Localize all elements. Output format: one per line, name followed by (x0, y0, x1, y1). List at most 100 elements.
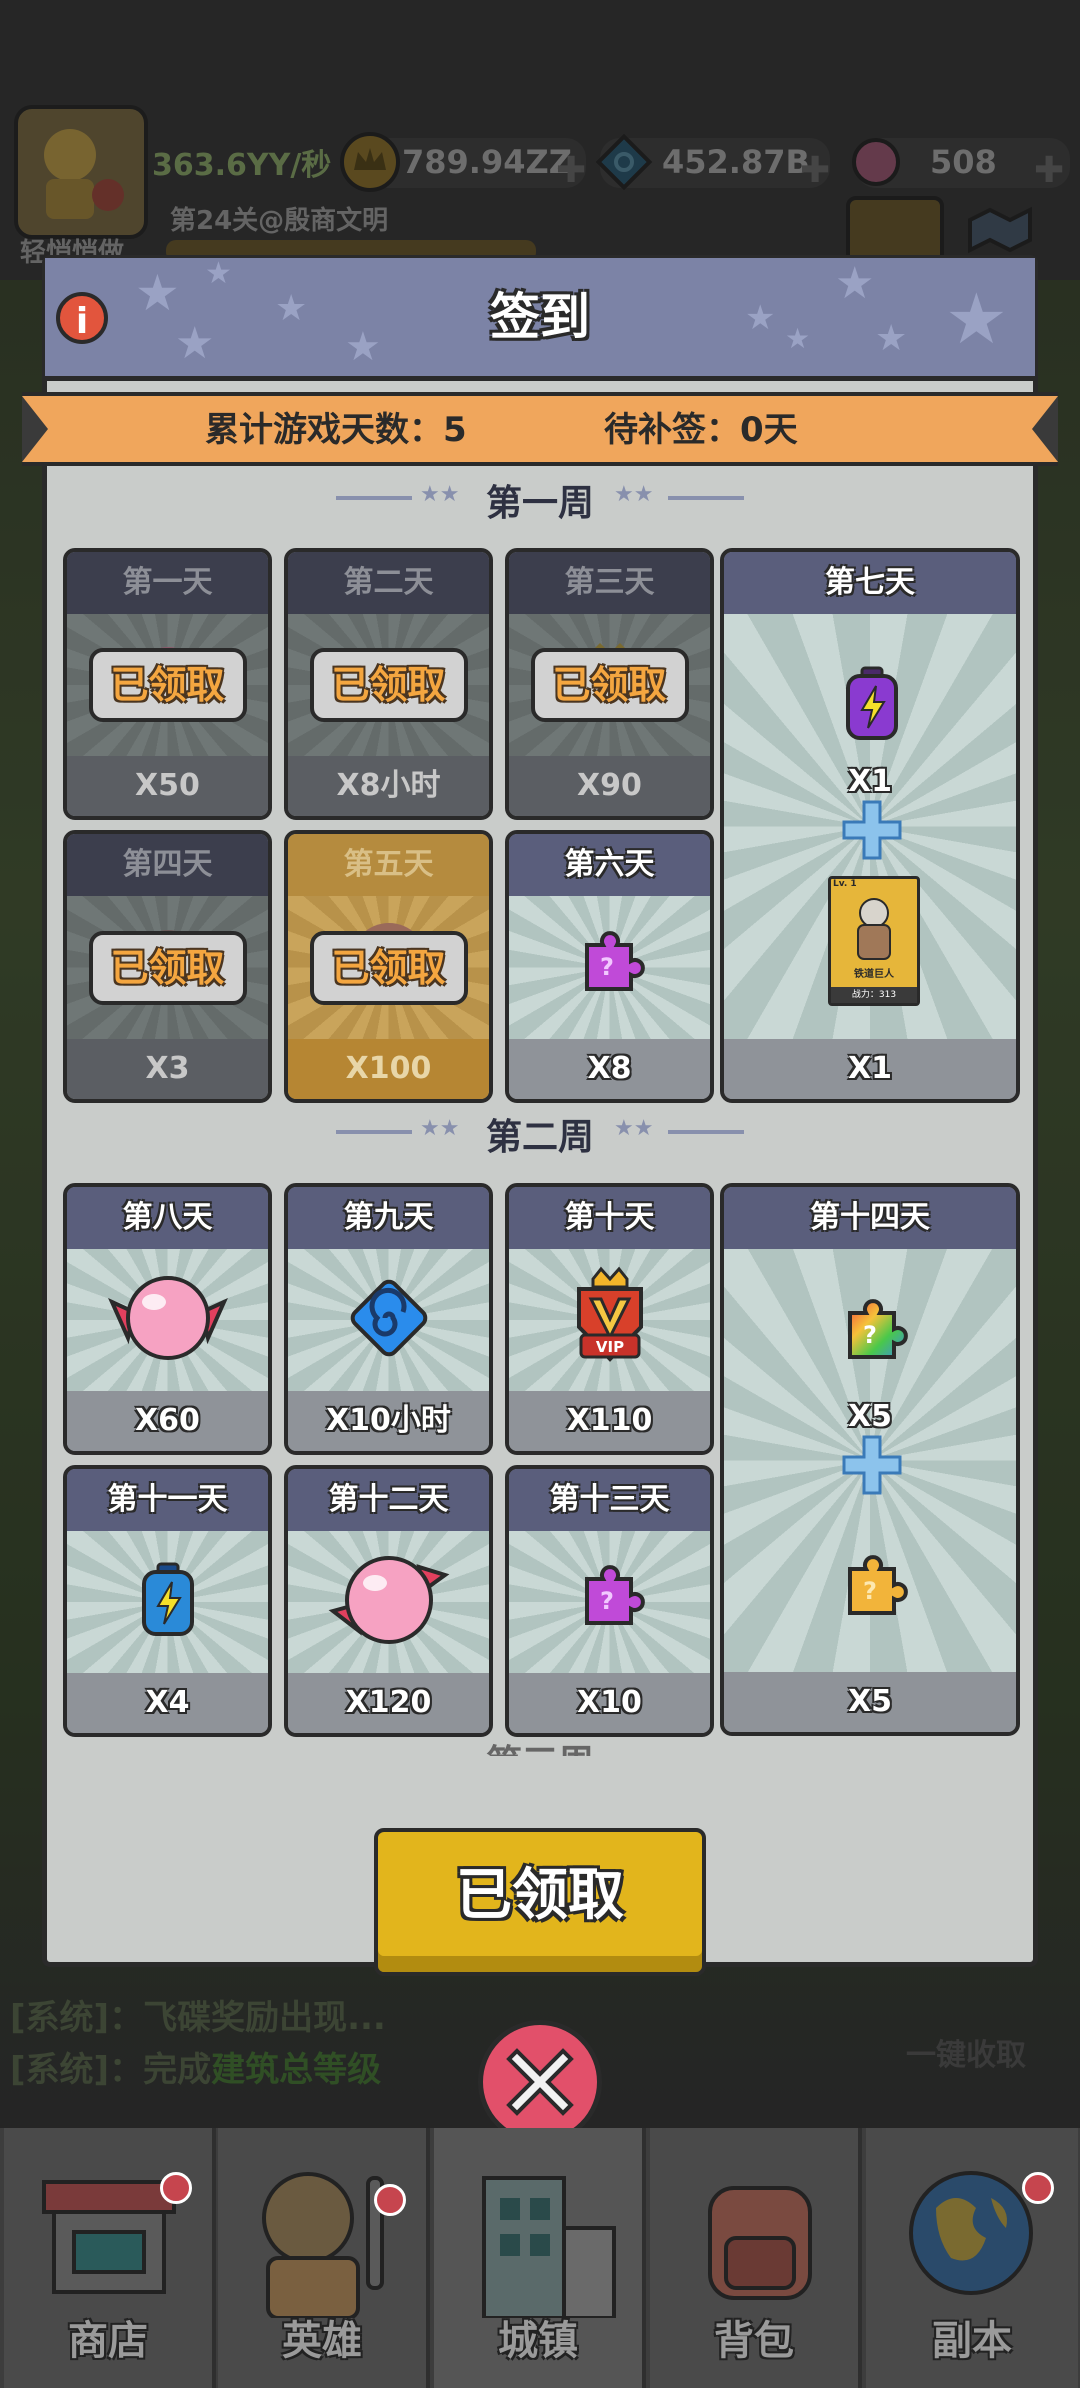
svg-text:?: ? (863, 1577, 877, 1605)
day-card-3[interactable]: 第三天 已领取 X90 (505, 548, 714, 820)
reward-area: 已领取 (288, 614, 489, 756)
notification-dot (374, 2184, 406, 2216)
day-label: 第一天 (67, 552, 268, 614)
candy-icon (319, 1545, 459, 1659)
day-card-14[interactable]: 第十四天 ? X5 ? X5 (720, 1183, 1020, 1736)
claimed-badge: 已领取 (88, 930, 247, 1005)
day-label: 第二天 (288, 552, 489, 614)
nav-town[interactable]: 城镇 (434, 2128, 646, 2388)
reward-amount: X110 (509, 1391, 710, 1451)
divider-line (668, 1130, 744, 1134)
claimed-badge: 已领取 (309, 930, 468, 1005)
reward-amount: X1 (724, 1039, 1016, 1099)
day-label: 第十一天 (67, 1469, 268, 1531)
day-card-11[interactable]: 第十一天 X4 (63, 1465, 272, 1737)
backpack-icon (708, 2186, 812, 2300)
ribbon-right-cut (1032, 396, 1058, 462)
info-icon[interactable]: i (56, 292, 108, 344)
reward-amount: X60 (67, 1391, 268, 1451)
day-card-6[interactable]: 第六天 ? X8 (505, 830, 714, 1103)
reward-area: 已领取 (67, 614, 268, 756)
day-card-2[interactable]: 第二天 已领取 X8小时 (284, 548, 493, 820)
notification-dot (1022, 2172, 1054, 2204)
nav-backpack[interactable]: 背包 (650, 2128, 862, 2388)
reward-amount: X8 (509, 1039, 710, 1099)
svg-text:?: ? (600, 953, 614, 981)
reward-area: ? (509, 896, 710, 1039)
reward-area: VIP (509, 1249, 710, 1391)
claimed-badge: 已领取 (309, 648, 468, 722)
nav-label: 商店 (68, 2318, 148, 2364)
divider-line (668, 496, 744, 500)
week-1-label: 第一周 (485, 483, 594, 524)
divider-stars-icon: ★★ (614, 482, 654, 507)
day-card-10[interactable]: 第十天 VIP X110 (505, 1183, 714, 1455)
plus-icon (840, 1433, 904, 1501)
claim-button[interactable]: 已领取 (374, 1828, 706, 1976)
week-2-label: 第二周 (485, 1117, 594, 1158)
claimed-badge: 已领取 (530, 648, 689, 722)
nav-label: 副本 (932, 2318, 1012, 2364)
day-label: 第七天 (724, 552, 1016, 614)
close-button[interactable] (478, 2020, 602, 2144)
day-label: 第十二天 (288, 1469, 489, 1531)
nav-hero[interactable]: 英雄 (218, 2128, 430, 2388)
reward-area: ? X5 ? (724, 1249, 1016, 1672)
divider-line (336, 496, 412, 500)
day-label: 第十四天 (724, 1187, 1016, 1249)
reward-area: 已领取 (509, 614, 710, 756)
day-card-8[interactable]: 第八天 X60 (63, 1183, 272, 1455)
notification-dot (160, 2172, 192, 2204)
ribbon-left-cut (22, 396, 48, 462)
divider-line (336, 1130, 412, 1134)
week-3-label-clip: 第三周 (460, 1742, 620, 1756)
candy-icon (98, 1268, 238, 1372)
blue-battery-icon (138, 1562, 198, 1642)
reward-area (288, 1531, 489, 1673)
day-card-7[interactable]: 第七天 X1 Lv. 1 铁道巨人 战力：313 X1 (720, 548, 1020, 1103)
reward-amount: X10小时 (288, 1391, 489, 1451)
day-card-13[interactable]: 第十三天 ? X10 (505, 1465, 714, 1737)
gem-icon (339, 1268, 439, 1372)
day-card-12[interactable]: 第十二天 X120 (284, 1465, 493, 1737)
reward-amount-top: X1 (847, 764, 892, 799)
nav-shop[interactable]: 商店 (4, 2128, 216, 2388)
nav-dungeon[interactable]: 副本 (866, 2128, 1078, 2388)
town-icon (482, 2176, 616, 2318)
reward-amount: X8小时 (288, 756, 489, 816)
reward-area (67, 1531, 268, 1673)
claimed-badge: 已领取 (88, 648, 247, 722)
dialog-title: 签到 (490, 288, 590, 346)
purple-puzzle-icon: ? (573, 1563, 647, 1641)
reward-area: X1 Lv. 1 铁道巨人 战力：313 (724, 614, 1016, 1039)
reward-amount: X10 (509, 1673, 710, 1733)
reward-area (67, 1249, 268, 1391)
reward-area: ? (509, 1531, 710, 1673)
day-label: 第六天 (509, 834, 710, 896)
day-card-1[interactable]: 第一天 已领取 X50 (63, 548, 272, 820)
reward-amount: X50 (67, 756, 268, 816)
total-days-label: 累计游戏天数：5 (205, 410, 467, 450)
day-card-5[interactable]: 第五天 已领取 X100 (284, 830, 493, 1103)
plus-icon (840, 798, 904, 866)
hero-icon (262, 2172, 384, 2318)
day-label: 第五天 (288, 834, 489, 896)
svg-text:?: ? (600, 1587, 614, 1615)
close-icon (506, 2048, 574, 2116)
day-label: 第四天 (67, 834, 268, 896)
day-card-9[interactable]: 第九天 X10小时 (284, 1183, 493, 1455)
week-3-label: 第三周 (460, 1742, 620, 1756)
reward-amount: X100 (288, 1039, 489, 1099)
day-label: 第十天 (509, 1187, 710, 1249)
hero-card-level: Lv. 1 (833, 879, 857, 889)
reward-amount: X4 (67, 1673, 268, 1733)
nav-label: 城镇 (498, 2318, 578, 2364)
day-label: 第十三天 (509, 1469, 710, 1531)
divider-stars-icon: ★★ (420, 482, 460, 507)
nav-label: 背包 (714, 2318, 794, 2364)
reward-amount: X5 (724, 1672, 1016, 1732)
divider-stars-icon: ★★ (420, 1116, 460, 1141)
day-card-4[interactable]: 第四天 已领取 X3 (63, 830, 272, 1103)
purple-battery-icon (842, 666, 902, 746)
reward-area (288, 1249, 489, 1391)
